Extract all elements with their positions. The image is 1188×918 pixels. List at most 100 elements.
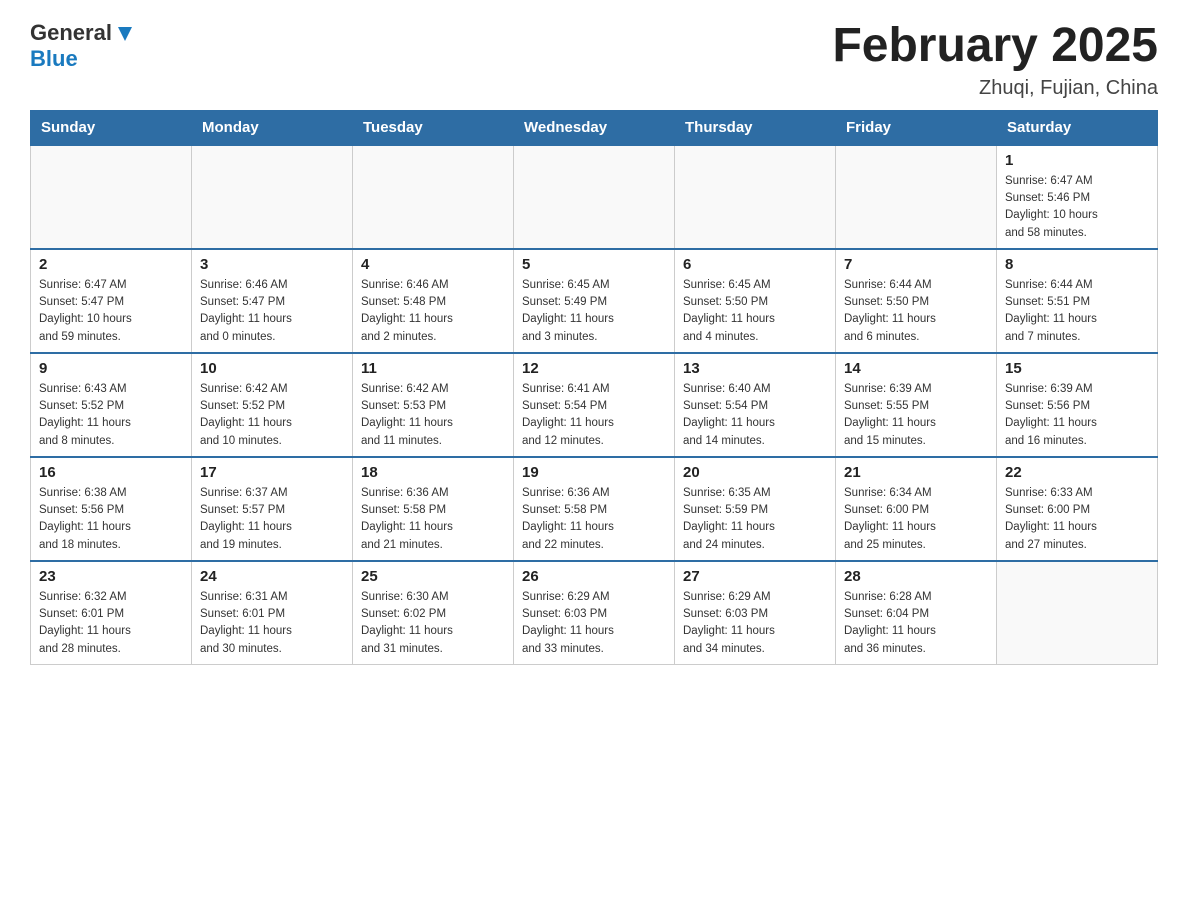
day-number: 24: [200, 568, 344, 585]
calendar-cell-5-5: 27 Sunrise: 6:29 AMSunset: 6:03 PMDayligh…: [675, 561, 836, 665]
logo: General Blue: [30, 20, 136, 72]
calendar-cell-5-6: 28 Sunrise: 6:28 AMSunset: 6:04 PMDayligh…: [836, 561, 997, 665]
day-number: 19: [522, 464, 666, 481]
day-info: Sunrise: 6:29 AMSunset: 6:03 PMDaylight:…: [683, 589, 827, 658]
day-number: 18: [361, 464, 505, 481]
col-saturday: Saturday: [997, 110, 1158, 145]
day-number: 14: [844, 360, 988, 377]
calendar-cell-3-1: 9 Sunrise: 6:43 AMSunset: 5:52 PMDaylight…: [31, 353, 192, 457]
day-info: Sunrise: 6:32 AMSunset: 6:01 PMDaylight:…: [39, 589, 183, 658]
calendar-cell-3-5: 13 Sunrise: 6:40 AMSunset: 5:54 PMDayligh…: [675, 353, 836, 457]
day-number: 1: [1005, 152, 1149, 169]
day-info: Sunrise: 6:44 AMSunset: 5:50 PMDaylight:…: [844, 277, 988, 346]
day-info: Sunrise: 6:36 AMSunset: 5:58 PMDaylight:…: [361, 485, 505, 554]
calendar-week-row-1: 1Sunrise: 6:47 AMSunset: 5:46 PMDaylight…: [31, 145, 1158, 249]
page-header: General Blue February 2025 Zhuqi, Fujian…: [30, 20, 1158, 100]
day-number: 17: [200, 464, 344, 481]
day-info: Sunrise: 6:39 AMSunset: 5:55 PMDaylight:…: [844, 381, 988, 450]
col-sunday: Sunday: [31, 110, 192, 145]
calendar-cell-5-4: 26 Sunrise: 6:29 AMSunset: 6:03 PMDayligh…: [514, 561, 675, 665]
calendar-cell-1-4: [514, 145, 675, 249]
day-number: 15: [1005, 360, 1149, 377]
day-number: 20: [683, 464, 827, 481]
month-title: February 2025: [832, 20, 1158, 73]
day-number: 11: [361, 360, 505, 377]
day-info: Sunrise: 6:44 AMSunset: 5:51 PMDaylight:…: [1005, 277, 1149, 346]
day-info: Sunrise: 6:46 AMSunset: 5:47 PMDaylight:…: [200, 277, 344, 346]
calendar-cell-4-3: 18 Sunrise: 6:36 AMSunset: 5:58 PMDayligh…: [353, 457, 514, 561]
calendar-week-row-3: 9 Sunrise: 6:43 AMSunset: 5:52 PMDaylight…: [31, 353, 1158, 457]
day-info: Sunrise: 6:36 AMSunset: 5:58 PMDaylight:…: [522, 485, 666, 554]
calendar-cell-1-5: [675, 145, 836, 249]
col-tuesday: Tuesday: [353, 110, 514, 145]
calendar-cell-5-7: [997, 561, 1158, 665]
day-number: 26: [522, 568, 666, 585]
day-number: 23: [39, 568, 183, 585]
day-info: Sunrise: 6:28 AMSunset: 6:04 PMDaylight:…: [844, 589, 988, 658]
day-number: 5: [522, 256, 666, 273]
location-title: Zhuqi, Fujian, China: [832, 77, 1158, 100]
day-info: Sunrise: 6:30 AMSunset: 6:02 PMDaylight:…: [361, 589, 505, 658]
day-info: Sunrise: 6:38 AMSunset: 5:56 PMDaylight:…: [39, 485, 183, 554]
day-number: 22: [1005, 464, 1149, 481]
calendar-week-row-5: 23 Sunrise: 6:32 AMSunset: 6:01 PMDayligh…: [31, 561, 1158, 665]
calendar-cell-1-1: [31, 145, 192, 249]
calendar-header-row: Sunday Monday Tuesday Wednesday Thursday…: [31, 110, 1158, 145]
day-info: Sunrise: 6:45 AMSunset: 5:49 PMDaylight:…: [522, 277, 666, 346]
day-info: Sunrise: 6:47 AMSunset: 5:47 PMDaylight:…: [39, 277, 183, 346]
day-number: 8: [1005, 256, 1149, 273]
calendar-cell-2-3: 4Sunrise: 6:46 AMSunset: 5:48 PMDaylight…: [353, 249, 514, 353]
day-info: Sunrise: 6:46 AMSunset: 5:48 PMDaylight:…: [361, 277, 505, 346]
calendar-cell-4-5: 20Sunrise: 6:35 AMSunset: 5:59 PMDayligh…: [675, 457, 836, 561]
calendar-cell-1-6: [836, 145, 997, 249]
day-number: 9: [39, 360, 183, 377]
day-info: Sunrise: 6:34 AMSunset: 6:00 PMDaylight:…: [844, 485, 988, 554]
col-wednesday: Wednesday: [514, 110, 675, 145]
calendar-cell-1-2: [192, 145, 353, 249]
calendar-cell-3-7: 15 Sunrise: 6:39 AMSunset: 5:56 PMDayligh…: [997, 353, 1158, 457]
day-info: Sunrise: 6:40 AMSunset: 5:54 PMDaylight:…: [683, 381, 827, 450]
day-info: Sunrise: 6:45 AMSunset: 5:50 PMDaylight:…: [683, 277, 827, 346]
calendar-cell-2-4: 5 Sunrise: 6:45 AMSunset: 5:49 PMDaylight…: [514, 249, 675, 353]
calendar-cell-1-3: [353, 145, 514, 249]
day-number: 10: [200, 360, 344, 377]
day-number: 28: [844, 568, 988, 585]
calendar-cell-4-4: 19 Sunrise: 6:36 AMSunset: 5:58 PMDayligh…: [514, 457, 675, 561]
day-number: 2: [39, 256, 183, 273]
day-number: 12: [522, 360, 666, 377]
calendar-cell-5-3: 25Sunrise: 6:30 AMSunset: 6:02 PMDayligh…: [353, 561, 514, 665]
day-number: 6: [683, 256, 827, 273]
day-number: 27: [683, 568, 827, 585]
logo-triangle-icon: [114, 23, 136, 45]
calendar-cell-3-6: 14 Sunrise: 6:39 AMSunset: 5:55 PMDayligh…: [836, 353, 997, 457]
calendar-table: Sunday Monday Tuesday Wednesday Thursday…: [30, 110, 1158, 665]
calendar-cell-4-7: 22Sunrise: 6:33 AMSunset: 6:00 PMDayligh…: [997, 457, 1158, 561]
calendar-cell-4-1: 16 Sunrise: 6:38 AMSunset: 5:56 PMDayligh…: [31, 457, 192, 561]
day-info: Sunrise: 6:43 AMSunset: 5:52 PMDaylight:…: [39, 381, 183, 450]
day-info: Sunrise: 6:39 AMSunset: 5:56 PMDaylight:…: [1005, 381, 1149, 450]
title-block: February 2025 Zhuqi, Fujian, China: [832, 20, 1158, 100]
day-number: 7: [844, 256, 988, 273]
day-info: Sunrise: 6:31 AMSunset: 6:01 PMDaylight:…: [200, 589, 344, 658]
day-number: 16: [39, 464, 183, 481]
logo-general-text: General: [30, 20, 112, 46]
day-info: Sunrise: 6:29 AMSunset: 6:03 PMDaylight:…: [522, 589, 666, 658]
col-friday: Friday: [836, 110, 997, 145]
day-info: Sunrise: 6:42 AMSunset: 5:53 PMDaylight:…: [361, 381, 505, 450]
calendar-cell-2-1: 2 Sunrise: 6:47 AMSunset: 5:47 PMDaylight…: [31, 249, 192, 353]
calendar-cell-4-6: 21Sunrise: 6:34 AMSunset: 6:00 PMDayligh…: [836, 457, 997, 561]
day-info: Sunrise: 6:42 AMSunset: 5:52 PMDaylight:…: [200, 381, 344, 450]
day-info: Sunrise: 6:37 AMSunset: 5:57 PMDaylight:…: [200, 485, 344, 554]
calendar-cell-2-6: 7 Sunrise: 6:44 AMSunset: 5:50 PMDaylight…: [836, 249, 997, 353]
calendar-cell-3-4: 12 Sunrise: 6:41 AMSunset: 5:54 PMDayligh…: [514, 353, 675, 457]
logo-blue-text: Blue: [30, 46, 78, 72]
calendar-cell-2-2: 3 Sunrise: 6:46 AMSunset: 5:47 PMDaylight…: [192, 249, 353, 353]
calendar-cell-4-2: 17 Sunrise: 6:37 AMSunset: 5:57 PMDayligh…: [192, 457, 353, 561]
calendar-cell-2-7: 8 Sunrise: 6:44 AMSunset: 5:51 PMDaylight…: [997, 249, 1158, 353]
day-info: Sunrise: 6:41 AMSunset: 5:54 PMDaylight:…: [522, 381, 666, 450]
day-number: 13: [683, 360, 827, 377]
calendar-cell-5-1: 23 Sunrise: 6:32 AMSunset: 6:01 PMDayligh…: [31, 561, 192, 665]
calendar-cell-3-2: 10 Sunrise: 6:42 AMSunset: 5:52 PMDayligh…: [192, 353, 353, 457]
day-number: 3: [200, 256, 344, 273]
calendar-cell-3-3: 11 Sunrise: 6:42 AMSunset: 5:53 PMDayligh…: [353, 353, 514, 457]
